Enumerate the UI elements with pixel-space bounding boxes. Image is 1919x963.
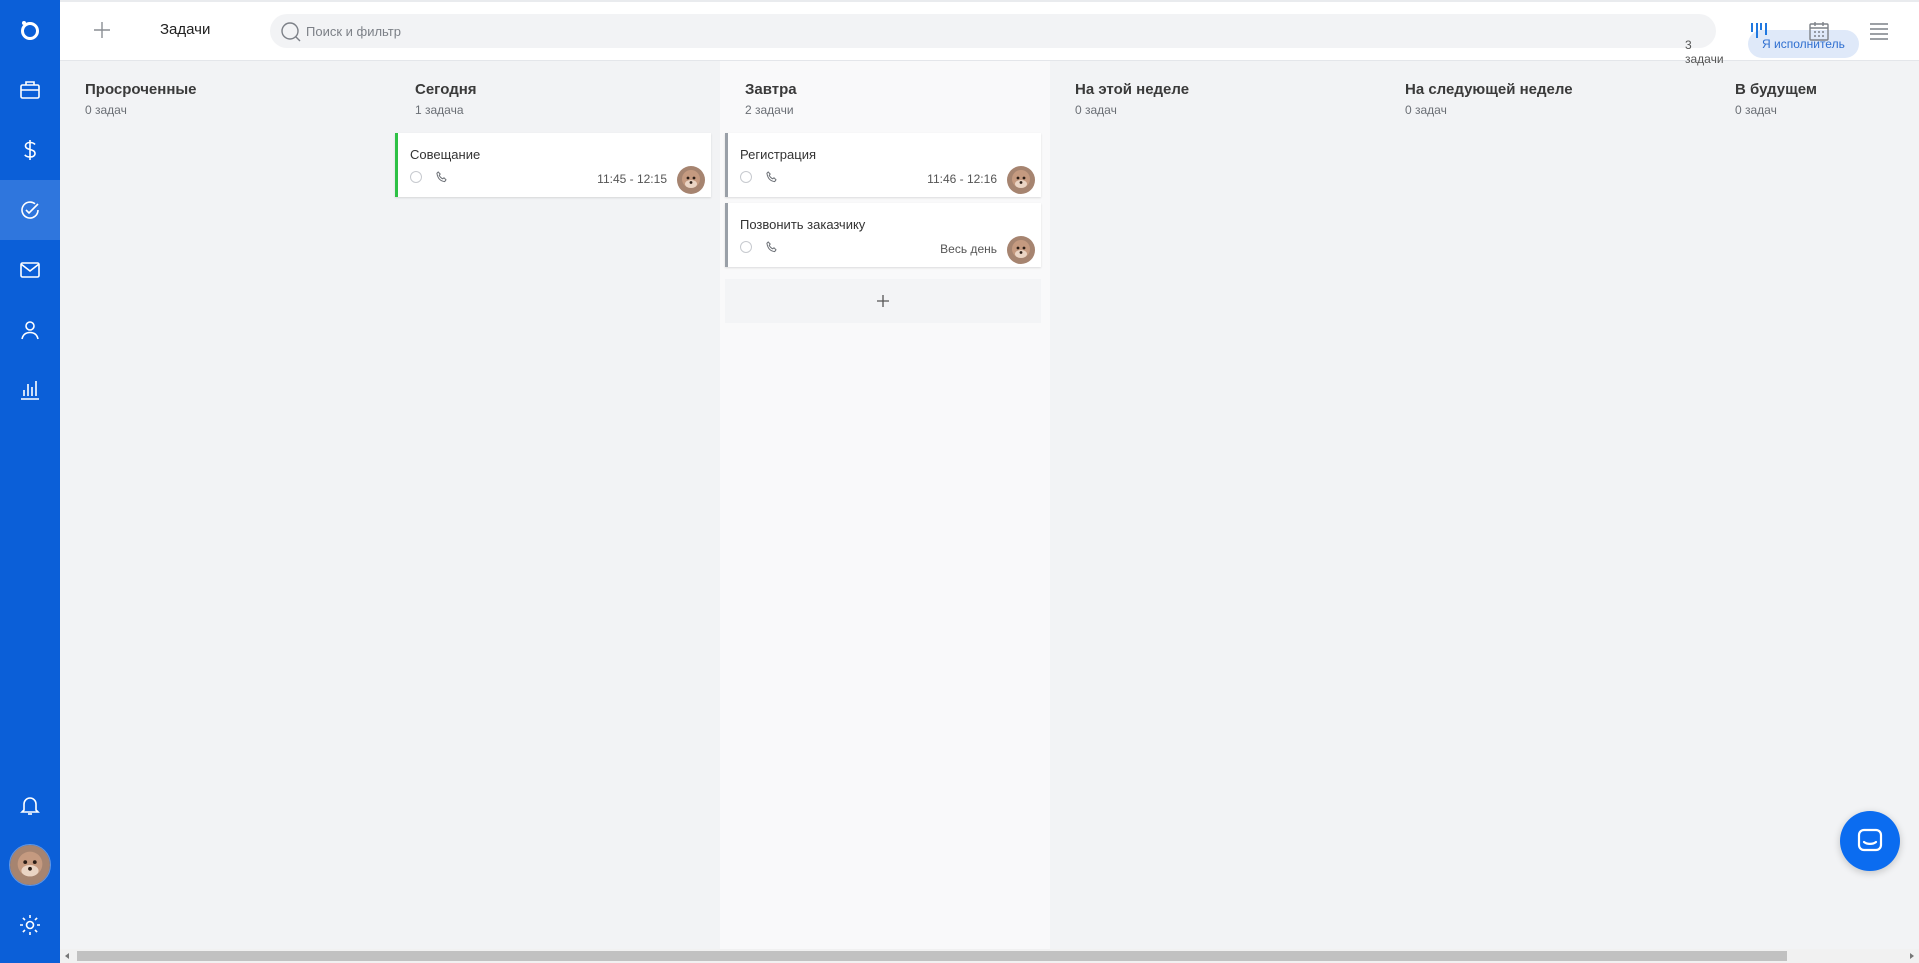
complete-task-checkbox[interactable] xyxy=(740,171,752,183)
complete-task-checkbox[interactable] xyxy=(410,171,422,183)
scroll-right-arrow[interactable] xyxy=(1905,949,1919,963)
finance-dollar-icon[interactable] xyxy=(0,120,60,180)
task-card[interactable]: Совещание 11:45 - 12:15 xyxy=(395,133,711,197)
task-card[interactable]: Регистрация 11:46 - 12:16 xyxy=(725,133,1041,197)
column-today: Сегодня 1 задача Совещание 11:45 - 12:15 xyxy=(390,61,720,949)
column-title: На этой неделе xyxy=(1075,81,1190,98)
chat-icon xyxy=(1857,828,1883,852)
kanban-board: Просроченные 0 задач Сегодня 1 задача Со… xyxy=(60,61,1919,949)
task-time: 11:45 - 12:15 xyxy=(597,172,667,186)
notifications-bell-icon[interactable] xyxy=(0,775,60,835)
add-task-button[interactable] xyxy=(88,16,116,44)
support-chat-button[interactable] xyxy=(1840,811,1900,871)
assignee-avatar xyxy=(677,166,705,194)
settings-gear-icon[interactable] xyxy=(0,895,60,955)
phone-icon xyxy=(766,241,777,253)
kanban-view-icon xyxy=(1751,23,1767,38)
scroll-left-arrow[interactable] xyxy=(60,949,74,963)
column-this-week: На этой неделе 0 задач xyxy=(1050,61,1380,949)
phone-icon xyxy=(766,171,777,183)
plus-icon xyxy=(94,22,110,38)
column-count: 0 задач xyxy=(1075,103,1117,117)
column-title: Завтра xyxy=(745,81,797,98)
search-bar[interactable]: 3 задачи Я исполнитель xyxy=(270,14,1859,66)
task-card[interactable]: Позвонить заказчику Весь день xyxy=(725,203,1041,267)
list-view-button[interactable] xyxy=(1864,16,1894,46)
calendar-view-button[interactable] xyxy=(1804,16,1834,46)
tasks-check-icon[interactable] xyxy=(0,180,60,240)
contacts-person-icon[interactable] xyxy=(0,300,60,360)
scrollbar-thumb[interactable] xyxy=(77,951,1787,961)
assignee-avatar xyxy=(1007,166,1035,194)
plus-icon xyxy=(877,295,889,307)
phone-icon xyxy=(436,171,447,183)
scroll-right-icon xyxy=(1910,953,1914,959)
column-count: 2 задачи xyxy=(745,103,794,117)
list-view-icon xyxy=(1870,23,1888,40)
scroll-left-icon xyxy=(65,953,69,959)
task-title: Регистрация xyxy=(740,147,816,162)
search-icon xyxy=(281,22,301,42)
mail-icon[interactable] xyxy=(0,240,60,300)
column-count: 0 задач xyxy=(1735,103,1777,117)
deals-briefcase-icon[interactable] xyxy=(0,60,60,120)
task-title: Позвонить заказчику xyxy=(740,217,866,232)
sidebar xyxy=(0,0,60,963)
kanban-view-button[interactable] xyxy=(1744,16,1774,46)
top-bar: Задачи 3 задачи Я исполнитель xyxy=(60,0,1919,66)
page-title: Задачи xyxy=(160,21,211,38)
column-title: Просроченные xyxy=(85,81,197,98)
task-time: 11:46 - 12:16 xyxy=(927,172,997,186)
logo-icon[interactable] xyxy=(0,0,60,60)
calendar-view-icon xyxy=(1809,22,1829,41)
horizontal-scrollbar[interactable] xyxy=(60,949,1919,963)
column-overdue: Просроченные 0 задач xyxy=(60,61,390,949)
column-count: 0 задач xyxy=(1405,103,1447,117)
task-title: Совещание xyxy=(410,147,481,162)
column-next-week: На следующей неделе 0 задач xyxy=(1380,61,1710,949)
column-count: 1 задача xyxy=(415,103,464,117)
column-title: В будущем xyxy=(1735,81,1817,98)
analytics-chart-icon[interactable] xyxy=(0,360,60,420)
column-title: На следующей неделе xyxy=(1405,81,1573,98)
column-title: Сегодня xyxy=(415,81,477,98)
add-task-to-column-button[interactable] xyxy=(725,279,1041,323)
user-avatar[interactable] xyxy=(9,844,51,886)
complete-task-checkbox[interactable] xyxy=(740,241,752,253)
top-divider xyxy=(60,0,1919,2)
task-time: Весь день xyxy=(940,242,997,256)
column-count: 0 задач xyxy=(85,103,127,117)
search-input[interactable] xyxy=(306,14,1186,48)
assignee-avatar xyxy=(1007,236,1035,264)
column-tomorrow: Завтра 2 задачи Регистрация 11:46 - 12:1… xyxy=(720,61,1050,949)
